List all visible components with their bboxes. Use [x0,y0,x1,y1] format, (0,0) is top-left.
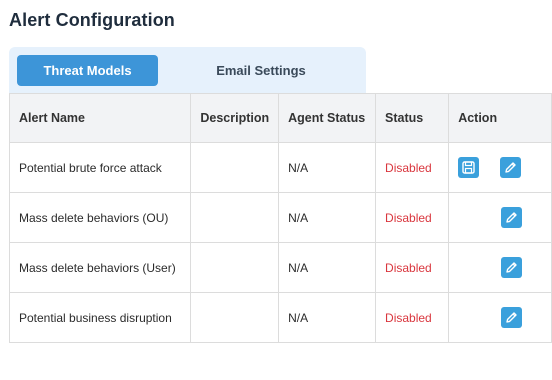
status-cell: Disabled [375,142,450,193]
description-cell [190,192,280,243]
column-header-agent-status[interactable]: Agent Status [278,93,377,143]
description-cell [190,142,280,193]
alerts-table: Alert Name Description Agent Status Stat… [8,93,552,343]
description-cell [190,292,280,343]
table-row: Potential brute force attack N/A Disable… [8,142,552,193]
tab-bar: Threat Models Email Settings [9,47,366,93]
edit-button[interactable] [500,157,522,178]
action-cell [448,242,552,293]
description-cell [190,242,280,293]
action-cell [448,292,552,343]
tab-email-settings[interactable]: Email Settings [169,55,353,86]
column-header-action: Action [448,93,552,143]
agent-status-cell: N/A [278,292,377,343]
agent-status-cell: N/A [278,242,377,293]
column-header-description[interactable]: Description [190,93,280,143]
status-cell: Disabled [375,242,450,293]
table-row: Potential business disruption N/A Disabl… [8,292,552,343]
table-row: Mass delete behaviors (OU) N/A Disabled [8,192,552,243]
edit-button[interactable] [501,207,523,228]
edit-icon [506,262,517,273]
edit-icon [506,312,517,323]
alert-name-cell: Potential business disruption [8,292,192,343]
agent-status-cell: N/A [278,192,377,243]
edit-icon [506,212,517,223]
agent-status-cell: N/A [278,142,377,193]
save-icon [462,161,475,174]
edit-button[interactable] [501,307,523,328]
alert-name-cell: Mass delete behaviors (User) [8,242,192,293]
column-header-status[interactable]: Status [375,93,450,143]
page-title: Alert Configuration [9,10,175,30]
edit-button[interactable] [501,257,523,278]
table-row: Mass delete behaviors (User) N/A Disable… [8,242,552,293]
tab-threat-models[interactable]: Threat Models [17,55,158,86]
column-header-alert-name[interactable]: Alert Name [8,93,192,143]
table-header-row: Alert Name Description Agent Status Stat… [8,93,552,143]
alert-name-cell: Mass delete behaviors (OU) [8,192,192,243]
status-cell: Disabled [375,192,450,243]
edit-icon [505,162,516,173]
action-cell [448,192,552,243]
alert-name-cell: Potential brute force attack [8,142,192,193]
status-cell: Disabled [375,292,450,343]
action-cell [448,142,552,193]
save-button[interactable] [458,157,480,178]
